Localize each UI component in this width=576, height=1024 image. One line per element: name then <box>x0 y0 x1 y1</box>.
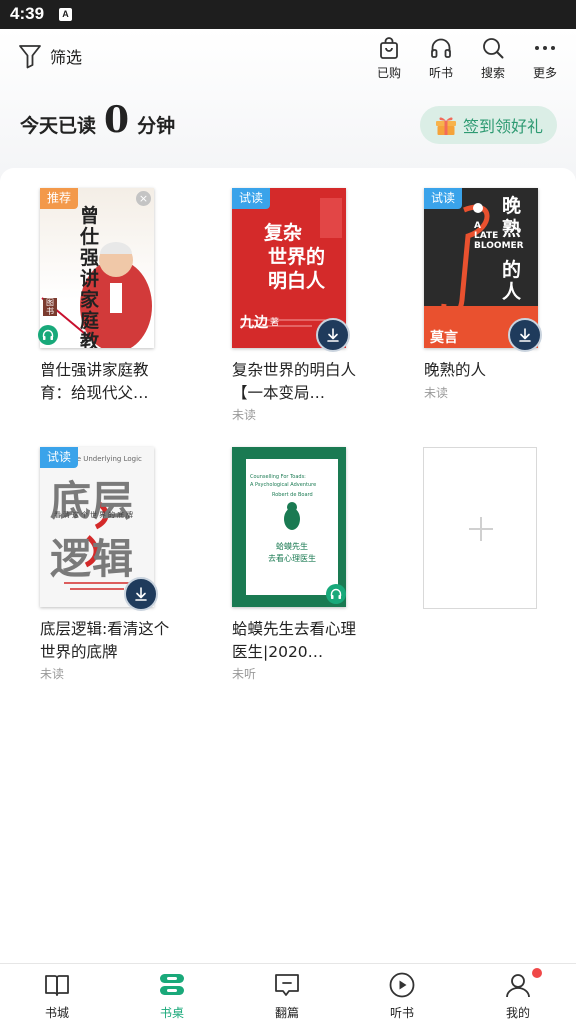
trial-tag: 试读 <box>40 447 79 468</box>
download-icon <box>135 587 147 601</box>
tab-label: 翻篇 <box>274 1006 299 1020</box>
bag-icon <box>380 37 398 59</box>
audio-badge <box>326 584 346 604</box>
book-cover-en-1: Counselling For Toads: <box>250 474 306 480</box>
download-button[interactable] <box>316 318 350 352</box>
tab-bookstore[interactable]: 书城 <box>27 971 87 1021</box>
search-button[interactable]: 搜索 <box>473 36 513 81</box>
book-cover-badge: 图书 <box>43 298 57 316</box>
book-cover-title-4: 人 <box>502 281 522 303</box>
user-icon <box>506 974 530 998</box>
book-cover-title-2: 世界的 <box>268 246 326 268</box>
status-indicator-icon: A <box>59 8 72 21</box>
book-cover-en-2: LATE <box>474 231 499 241</box>
more-icon <box>535 46 555 50</box>
close-icon[interactable]: × <box>136 191 151 206</box>
reading-time-suffix: 分钟 <box>137 115 176 137</box>
book-cover-author: 莫言 <box>430 330 458 346</box>
headphones-icon <box>330 588 342 599</box>
book-status: 未听 <box>232 667 257 681</box>
book-cover-en-2: A Psychological Adventure <box>250 482 317 488</box>
book-cover-author-suffix: 著 <box>270 318 280 328</box>
tab-desk[interactable]: 书桌 <box>142 971 202 1021</box>
download-icon <box>327 328 339 342</box>
book-cover-art <box>284 502 300 530</box>
tab-label: 书城 <box>44 1006 69 1020</box>
listen-button[interactable]: 听书 <box>421 36 461 81</box>
tab-label: 书桌 <box>159 1006 184 1020</box>
book-cover-en: The Underlying Logic <box>68 455 142 463</box>
book-icon <box>45 975 69 996</box>
book-cover-title-2: 熟 <box>502 218 522 240</box>
book-cover[interactable]: 曾仕强讲家庭教育 图书 推荐 × <box>40 188 154 348</box>
checkin-button[interactable]: 签到领好礼 <box>420 106 557 144</box>
message-icon <box>275 974 299 996</box>
headphones-icon <box>42 329 54 340</box>
recommend-tag: 推荐 <box>40 188 79 209</box>
notification-dot <box>532 968 542 978</box>
purchased-button[interactable]: 已购 <box>369 36 409 81</box>
book-cover-en-3: BLOOMER <box>474 241 524 251</box>
book-title: 晚熟的人 <box>424 361 487 379</box>
trial-tag: 试读 <box>232 188 271 209</box>
book-cover-en-1: A <box>474 221 481 231</box>
download-icon <box>519 328 531 342</box>
play-icon <box>389 972 415 998</box>
gift-icon <box>436 117 456 135</box>
book-cover-title-2: 逻辑 <box>50 535 134 583</box>
tab-flip[interactable]: 翻篇 <box>257 971 317 1021</box>
book-cover-cn-1: 蛤蟆先生 <box>276 542 308 551</box>
tab-profile[interactable]: 我的 <box>488 971 548 1021</box>
search-label: 搜索 <box>480 66 505 80</box>
reading-time: 今天已读 0 分钟 <box>20 99 175 141</box>
book-title: 曾仕强讲家庭教育：给现代父… <box>40 361 149 402</box>
book-cover-author: 九边 <box>240 315 268 331</box>
add-book-button[interactable] <box>423 447 537 609</box>
book-title: 蛤蟆先生去看心理医生|2020… <box>232 620 357 661</box>
book-status: 未读 <box>40 667 65 681</box>
book-cover-title-3: 明白人 <box>268 270 326 292</box>
status-bar: 4:39 A <box>0 0 576 29</box>
book-cover-en-author: Robert de Board <box>272 492 313 498</box>
header: 筛选 已购 听书 搜索 更多 今天已读 0 分钟 签到领好礼 <box>0 29 576 184</box>
more-button[interactable]: 更多 <box>525 36 565 81</box>
book-cover[interactable]: Counselling For Toads: A Psychological A… <box>232 447 346 607</box>
plus-icon <box>469 517 493 541</box>
bookshelf-icon <box>160 974 184 995</box>
book-cover-cn-2: 去看心理医生 <box>268 554 316 563</box>
tab-label: 我的 <box>505 1006 530 1020</box>
bookshelf: 曾仕强讲家庭教育 图书 推荐 × 曾仕强讲家庭教育：给现代父… 复杂 世界的 明… <box>0 168 576 963</box>
search-icon <box>483 38 504 59</box>
filter-label: 筛选 <box>50 48 83 67</box>
more-label: 更多 <box>532 66 557 80</box>
bottom-tab-bar: 书城 书桌 翻篇 听书 我的 <box>0 963 576 1024</box>
book-status: 未读 <box>232 408 257 422</box>
tab-audiobook[interactable]: 听书 <box>372 971 432 1021</box>
book-title: 复杂世界的明白人【一本变局… <box>232 361 357 402</box>
checkin-label: 签到领好礼 <box>463 117 544 136</box>
status-time: 4:39 <box>10 4 45 23</box>
book-cover-sub: 看清这个世界的底牌 <box>54 511 135 519</box>
download-button[interactable] <box>508 318 542 352</box>
trial-tag: 试读 <box>424 188 463 209</box>
book-cover-title-1: 复杂 <box>264 222 303 244</box>
download-button[interactable] <box>124 577 158 611</box>
headphones-icon <box>431 38 451 58</box>
listen-label: 听书 <box>428 66 453 80</box>
book-title: 底层逻辑:看清这个世界的底牌 <box>40 620 170 661</box>
tab-label: 听书 <box>389 1006 414 1020</box>
book-cover-title-1: 曾仕强讲家庭教育 <box>80 205 100 349</box>
filter-icon <box>19 45 41 69</box>
audio-badge <box>38 325 58 345</box>
reading-time-value: 0 <box>104 99 130 141</box>
filter-button[interactable]: 筛选 <box>18 43 82 69</box>
purchased-label: 已购 <box>376 66 401 80</box>
book-status: 未读 <box>424 386 449 400</box>
reading-time-prefix: 今天已读 <box>20 115 97 137</box>
